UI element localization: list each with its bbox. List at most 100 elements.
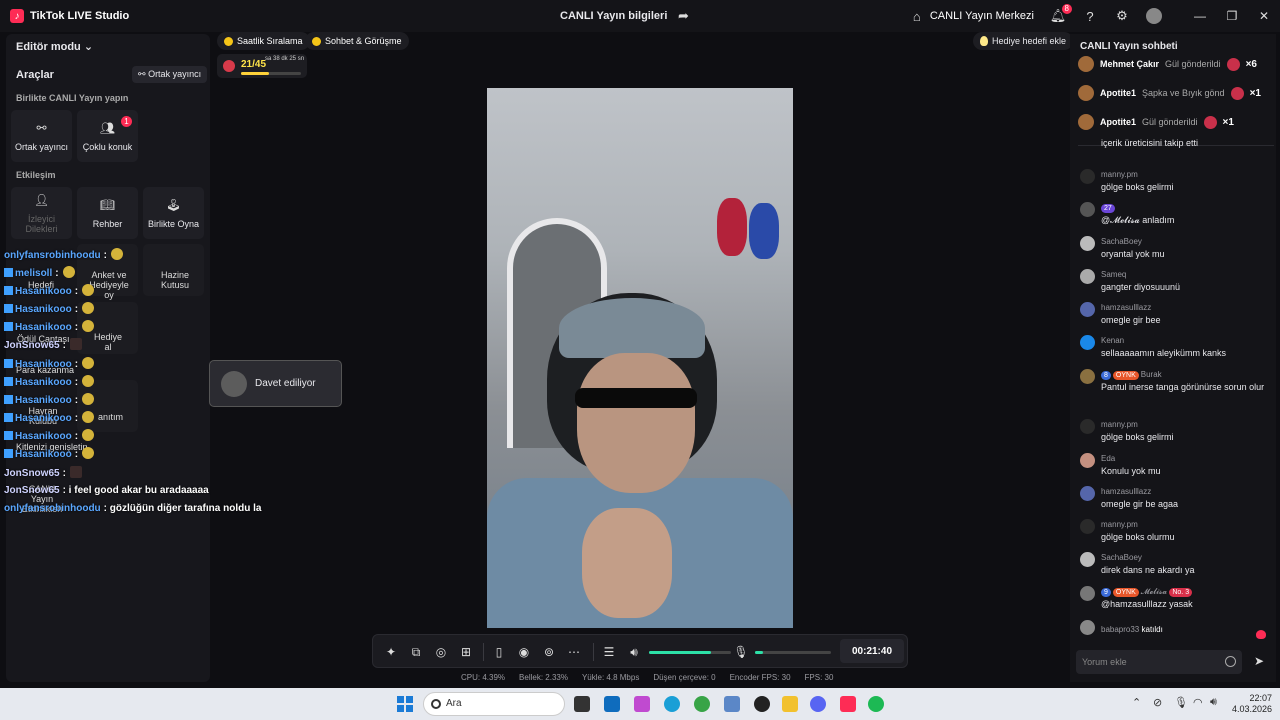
- overlay-chat-line: Hasanikooo:: [4, 447, 95, 460]
- cohost-link-label: Ortak yayıncı: [148, 69, 202, 79]
- volume-slider[interactable]: [649, 651, 731, 654]
- person-face: [577, 353, 695, 493]
- cohost-link-button[interactable]: ⚯ Ortak yayıncı: [132, 66, 208, 83]
- sliders-icon[interactable]: ☰: [601, 644, 617, 660]
- windows-start-icon[interactable]: [397, 696, 413, 712]
- comment-input[interactable]: Yorum ekle: [1076, 650, 1242, 674]
- copilot-icon[interactable]: [634, 696, 650, 712]
- mic-slider[interactable]: [755, 651, 831, 654]
- speaker-icon[interactable]: 🔊︎: [626, 644, 642, 660]
- record-icon[interactable]: ◉: [516, 644, 532, 660]
- emoji-icon: [82, 375, 95, 387]
- send-icon[interactable]: ➤: [1254, 654, 1264, 668]
- chrome-icon[interactable]: [694, 696, 710, 712]
- overlay-chat-text: : i feel good akar bu aradaaaaa: [62, 485, 209, 496]
- chat-user: babapro33: [1101, 625, 1140, 634]
- blue-boxing-glove: [749, 203, 779, 259]
- bell-icon[interactable]: 🔔︎ 8: [1050, 4, 1072, 24]
- overlay-chat-user: Hasanikooo: [15, 286, 72, 297]
- microphone-tray-icon[interactable]: 🎙︎: [1174, 696, 1188, 709]
- emoji-icon[interactable]: [1225, 656, 1236, 667]
- chat-text: gölge boks gelirmi: [1101, 182, 1174, 192]
- editor-mode-dropdown[interactable]: Editör modu ⌄: [16, 40, 93, 53]
- more-icon[interactable]: ⋯: [566, 644, 582, 660]
- share-icon[interactable]: ➦: [675, 8, 691, 24]
- app-title: TikTok LIVE Studio: [30, 10, 130, 22]
- phone-icon[interactable]: ▯: [491, 644, 507, 660]
- overlay-chat-user: JonSnow65: [4, 485, 60, 496]
- badge-icon: [4, 322, 13, 331]
- chat-text: sellaaaaamın aleyikümm kanks: [1101, 348, 1227, 358]
- profile-avatar[interactable]: [1146, 8, 1162, 24]
- minimize-button[interactable]: —: [1184, 0, 1216, 32]
- steam-icon[interactable]: [754, 696, 770, 712]
- sunglasses: [575, 388, 697, 408]
- overlay-chat-user: melisoll: [15, 268, 53, 279]
- capture-icon[interactable]: ⊚: [541, 644, 557, 660]
- badge-icon: [4, 395, 13, 404]
- maximize-button[interactable]: ❐: [1216, 0, 1248, 32]
- file-explorer-icon[interactable]: [782, 696, 798, 712]
- magic-wand-icon[interactable]: ✦: [383, 644, 399, 660]
- chat-meet-chip[interactable]: Sohbet & Görüşme: [305, 32, 409, 50]
- live-center-button[interactable]: ⌂ CANLI Yayın Merkezi: [901, 8, 1042, 24]
- add-gift-goal-button[interactable]: Hediye hedefi ekle: [973, 32, 1074, 50]
- overlay-chat-line: Hasanikooo:: [4, 320, 95, 333]
- tool-cohost[interactable]: ⚯ Ortak yayıncı: [11, 110, 72, 162]
- live-info-button[interactable]: CANLI Yayın bilgileri ➦: [560, 0, 691, 32]
- tiktok-live-icon[interactable]: [840, 696, 856, 712]
- emoji-icon: [69, 338, 82, 350]
- emoji-icon: [82, 302, 95, 314]
- red-boxing-glove: [717, 198, 747, 256]
- gift-row[interactable]: Mehmet Çakır Gül gönderildi ×6: [1078, 56, 1257, 72]
- add-source-icon[interactable]: ⊞: [458, 644, 474, 660]
- chat-user: Sameq: [1101, 270, 1127, 279]
- spotify-icon[interactable]: [868, 696, 884, 712]
- tool-label: İzleyici Dilekleri: [25, 214, 58, 234]
- chat-user-row: manny.pm: [1101, 170, 1138, 179]
- gift-icon: [1226, 57, 1240, 71]
- gift-row[interactable]: Apotite1 Gül gönderildi ×1: [1078, 114, 1234, 130]
- windows-taskbar: Ara ⌃ ⊘ 🎙︎ ◠ 🔊︎ 22:07 4.03.2026: [0, 688, 1280, 720]
- gift-row[interactable]: Apotite1 Şapka ve Bıyık gönd ×1: [1078, 85, 1261, 101]
- help-icon[interactable]: ?: [1082, 8, 1098, 24]
- gear-icon[interactable]: ⚙: [1114, 8, 1130, 24]
- chevron-up-icon[interactable]: ⌃: [1132, 696, 1141, 709]
- outlook-icon[interactable]: [604, 696, 620, 712]
- wifi-icon[interactable]: ◠: [1193, 696, 1203, 709]
- screen-add-icon[interactable]: ⧉: [408, 644, 424, 660]
- tool-viewer-wishes[interactable]: 👤︎ İzleyici Dilekleri: [11, 187, 72, 239]
- emoji-icon: [82, 284, 95, 296]
- settings-app-icon[interactable]: [724, 696, 740, 712]
- close-button[interactable]: ✕: [1248, 0, 1280, 32]
- gift-goal-widget[interactable]: 21/45 sa 38 dk 25 sn: [217, 54, 307, 78]
- tool-play-together[interactable]: 🕹︎ Birlikte Oyna: [143, 187, 204, 239]
- badge-icon: [4, 431, 13, 440]
- network-off-icon[interactable]: ⊘: [1153, 696, 1162, 709]
- video-preview[interactable]: [487, 88, 793, 628]
- task-view-icon[interactable]: [574, 696, 590, 712]
- hourly-rank-chip[interactable]: Saatlik Sıralama: [217, 32, 310, 50]
- gift-user: Mehmet Çakır: [1100, 59, 1160, 69]
- overlay-chat-line: JonSnow65: i feel good akar bu aradaaaaa: [4, 485, 209, 496]
- effects-icon[interactable]: ◎: [433, 644, 449, 660]
- chat-icon: [312, 36, 321, 46]
- volume-tray-icon[interactable]: 🔊︎: [1210, 696, 1217, 709]
- team-badge: OYNK: [1112, 371, 1139, 380]
- discord-icon[interactable]: [810, 696, 826, 712]
- overlay-chat-line: Hasanikooo:: [4, 411, 95, 424]
- search-icon: [431, 699, 441, 709]
- tool-guide[interactable]: 📖︎ Rehber: [77, 187, 138, 239]
- invite-popup[interactable]: Davet ediliyor: [209, 360, 342, 407]
- edge-icon[interactable]: [664, 696, 680, 712]
- tool-label: Rehber: [92, 219, 123, 229]
- chat-user: Burak: [1140, 370, 1162, 379]
- microphone-icon[interactable]: 🎙︎: [733, 644, 749, 660]
- gift-action: Şapka ve Bıyık gönd: [1142, 88, 1225, 98]
- overlay-chat-line: Hasanikooo:: [4, 393, 95, 406]
- taskbar-clock[interactable]: 22:07 4.03.2026: [1232, 693, 1272, 715]
- chat-user: 𝓜𝓮𝓵𝓲𝓼𝓪: [1140, 587, 1168, 596]
- taskbar-search[interactable]: Ara: [423, 692, 565, 716]
- tool-multi-guest[interactable]: 1 👥︎ Çoklu konuk: [77, 110, 138, 162]
- chat-user-row: 27: [1101, 203, 1117, 213]
